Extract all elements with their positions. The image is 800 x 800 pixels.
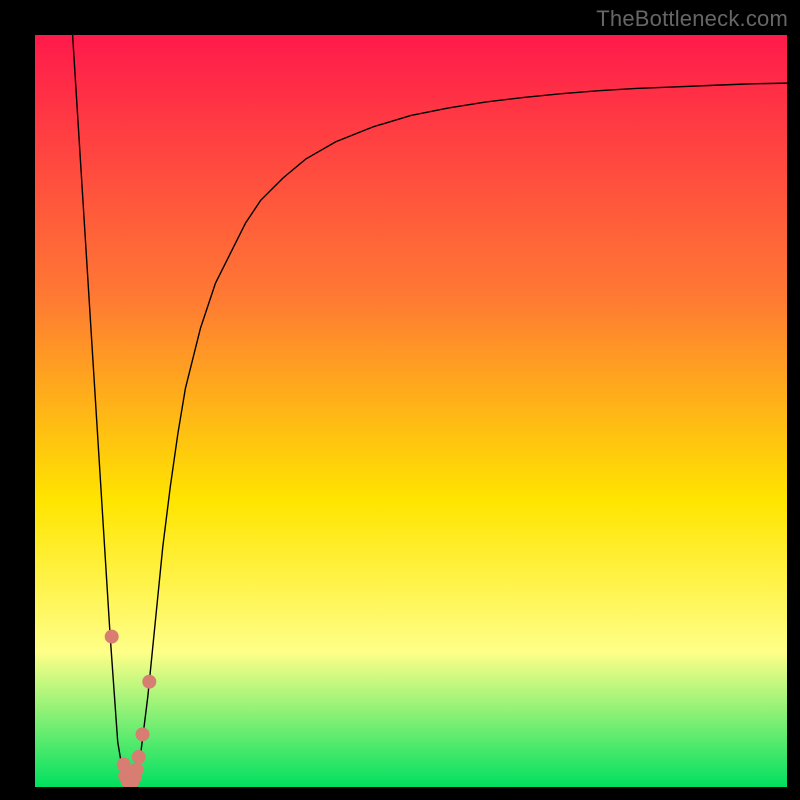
data-point — [132, 750, 146, 764]
data-point — [142, 675, 156, 689]
watermark-text: TheBottleneck.com — [596, 6, 788, 32]
data-point — [130, 763, 144, 777]
gradient-bg — [35, 35, 787, 787]
chart-frame: TheBottleneck.com — [0, 0, 800, 800]
chart-svg — [35, 35, 787, 787]
data-point — [105, 630, 119, 644]
data-point — [136, 727, 150, 741]
plot-area — [35, 35, 787, 787]
